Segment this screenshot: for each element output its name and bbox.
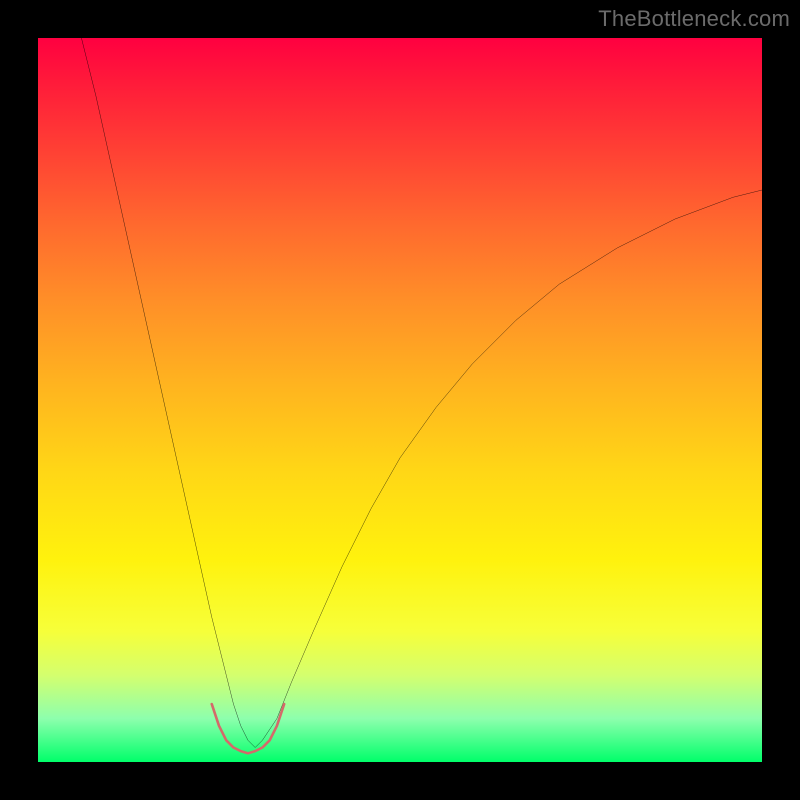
chart-svg [38, 38, 762, 762]
watermark-label: TheBottleneck.com [598, 6, 790, 32]
optimal-band-path [212, 704, 284, 753]
outer-frame: TheBottleneck.com [0, 0, 800, 800]
plot-area [38, 38, 762, 762]
bottleneck-curve-path [81, 38, 762, 748]
